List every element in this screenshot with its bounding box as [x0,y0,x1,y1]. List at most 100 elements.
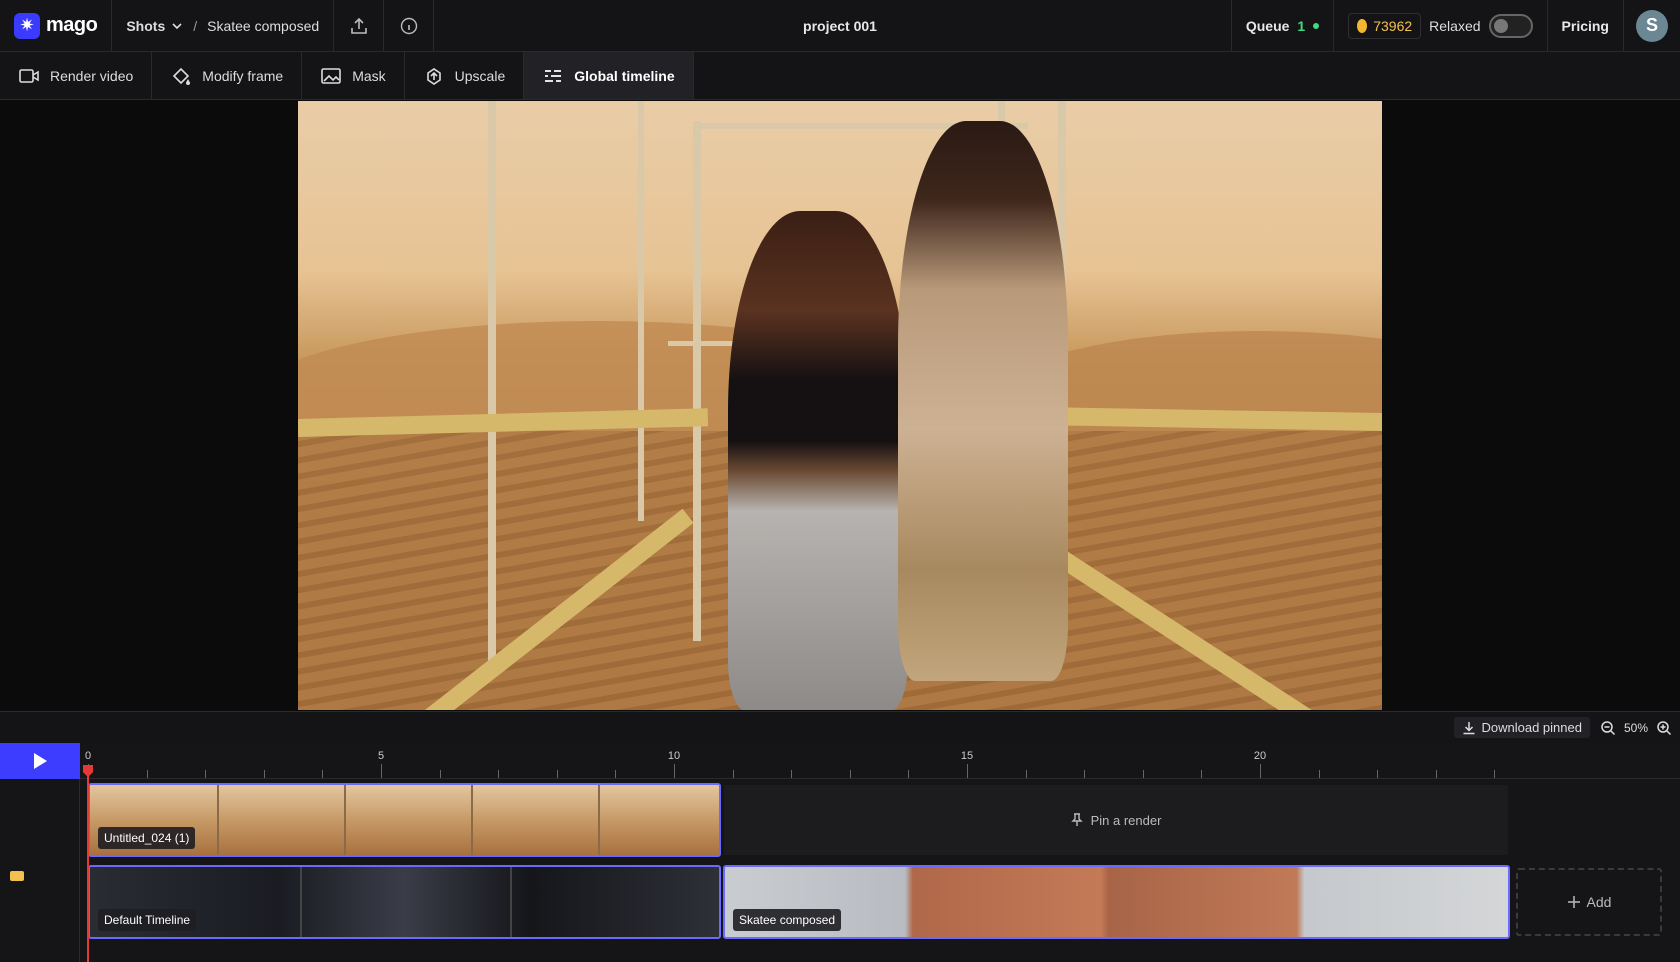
playhead[interactable] [87,765,89,962]
zoom-out-icon[interactable] [1600,720,1616,736]
ruler-tick [322,770,324,778]
global-timeline-button[interactable]: Global timeline [524,52,694,99]
zoom-in-icon[interactable] [1656,720,1672,736]
ruler-tick [439,770,441,778]
video-preview-frame[interactable] [298,101,1382,710]
upscale-icon [426,67,441,85]
mago-logo-icon: ✷ [14,12,40,39]
upscale-button[interactable]: Upscale [405,52,525,99]
timeline-clip-default-timeline[interactable]: Default Timeline [88,865,721,939]
download-icon [1463,721,1474,734]
ruler-tick [146,770,148,778]
info-button[interactable] [384,0,435,51]
model-figure-left [728,211,908,710]
ruler-tick [1201,770,1203,778]
toggle-knob [1493,18,1508,33]
ruler-tick [263,770,265,778]
clip-thumbnail [217,785,219,855]
info-icon [400,17,417,34]
ruler-tick [1084,770,1086,778]
clip-label: Untitled_024 (1) [98,827,196,849]
coin-icon [1357,18,1368,33]
relaxed-mode-toggle[interactable] [1488,13,1533,38]
queue-indicator[interactable]: Queue 1 [1230,0,1333,51]
avatar: S [1636,9,1668,42]
header-right: Queue 1 73962 Relaxed Pricing S [1230,0,1680,51]
clip-thumbnail [471,785,473,855]
brand-logo[interactable]: ✷ mago [0,0,113,51]
paint-bucket-icon [173,67,191,85]
scaffold-pole [638,101,644,521]
ruler-tick [674,764,675,778]
pin-icon [1070,813,1083,826]
ruler-tick [498,770,500,778]
mask-icon [321,67,342,84]
ruler-tick [381,764,382,778]
scaffold-pole [488,101,496,661]
mask-button[interactable]: Mask [302,52,405,99]
clip-label: Default Timeline [98,909,197,931]
ruler-tick [967,764,968,778]
preview-stage [0,100,1680,711]
ruler-tick [1318,770,1320,778]
share-button[interactable] [334,0,385,51]
clip-thumbnail [510,867,512,937]
relaxed-mode-label: Relaxed [1429,17,1481,34]
ruler-label: 15 [960,750,974,762]
editor-toolbar: Render video Modify frame Mask Upscale G… [0,52,1680,100]
model-figure-right [898,121,1068,681]
chevron-down-icon [172,22,182,29]
video-track-icon [10,871,24,881]
pin-render-slot[interactable]: Pin a render [724,785,1508,855]
render-video-button[interactable]: Render video [0,52,153,99]
modify-frame-button[interactable]: Modify frame [152,52,303,99]
breadcrumb-shots-dropdown[interactable]: Shots [126,18,183,34]
play-button[interactable] [0,743,80,779]
ruler-label: 10 [667,750,681,762]
timeline-controls: Download pinned 50% [0,711,1680,743]
upload-icon [350,17,367,34]
ruler-tick [732,770,734,778]
play-icon [34,753,47,769]
timeline-clip-skatee-composed[interactable]: Skatee composed [723,865,1510,939]
clip-label: Skatee composed [733,909,842,931]
user-menu[interactable]: S [1623,0,1680,51]
video-camera-icon [19,68,39,83]
add-clip-button[interactable]: Add [1516,868,1662,936]
ruler-tick [849,770,851,778]
credits-badge[interactable]: 73962 [1348,12,1422,39]
ruler-tick [205,770,207,778]
ruler-tick [1494,770,1496,778]
zoom-controls: 50% [1600,720,1672,736]
ruler-tick [556,770,558,778]
ruler-tick [615,770,617,778]
ruler-tick [1142,770,1144,778]
timeline-clip-untitled[interactable]: Untitled_024 (1) [88,783,721,857]
ruler-tick [1435,770,1437,778]
ruler-label: 20 [1253,750,1267,762]
scaffold-pole [693,121,701,641]
pricing-link[interactable]: Pricing [1546,0,1623,51]
clip-thumbnail [300,867,302,937]
clip-thumbnail [598,785,600,855]
ruler-tick [791,770,793,778]
ruler-label: 0 [84,750,92,762]
breadcrumb-current[interactable]: Skatee composed [207,18,319,34]
ruler-label: 5 [377,750,385,762]
ruler-tick [908,770,910,778]
plus-icon [1567,896,1580,908]
breadcrumb-separator: / [193,17,198,34]
time-ruler[interactable]: 0 5 10 15 20 [80,743,1680,779]
top-bar: ✷ mago Shots / Skatee composed Queue 1 7… [0,0,1680,52]
queue-status-dot-icon [1313,22,1320,29]
ruler-tick [1025,770,1027,778]
queue-count: 1 [1297,17,1306,34]
brand-name: mago [46,14,98,36]
ruler-tick [1377,770,1379,778]
ruler-tick [1260,764,1261,778]
download-pinned-button[interactable]: Download pinned [1453,717,1590,738]
zoom-level: 50% [1623,720,1648,735]
credits-and-mode: 73962 Relaxed [1333,0,1546,51]
breadcrumb: Shots / Skatee composed [112,0,335,51]
clip-thumbnail [344,785,346,855]
